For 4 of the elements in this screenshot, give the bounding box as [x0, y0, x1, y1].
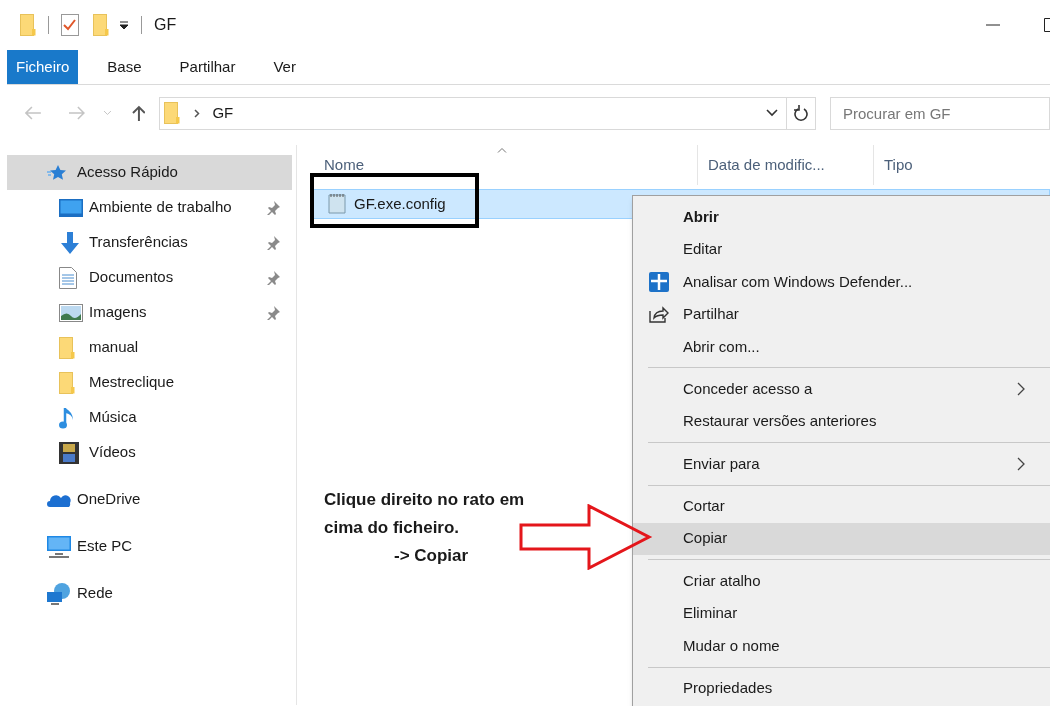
window-title: GF: [154, 15, 177, 35]
path-text: GF: [212, 102, 234, 123]
annotation-text: Clique direito no rato em cima do ficheiro. -> Copiar: [324, 489, 525, 567]
file-name: GF.exe.config: [354, 193, 446, 214]
